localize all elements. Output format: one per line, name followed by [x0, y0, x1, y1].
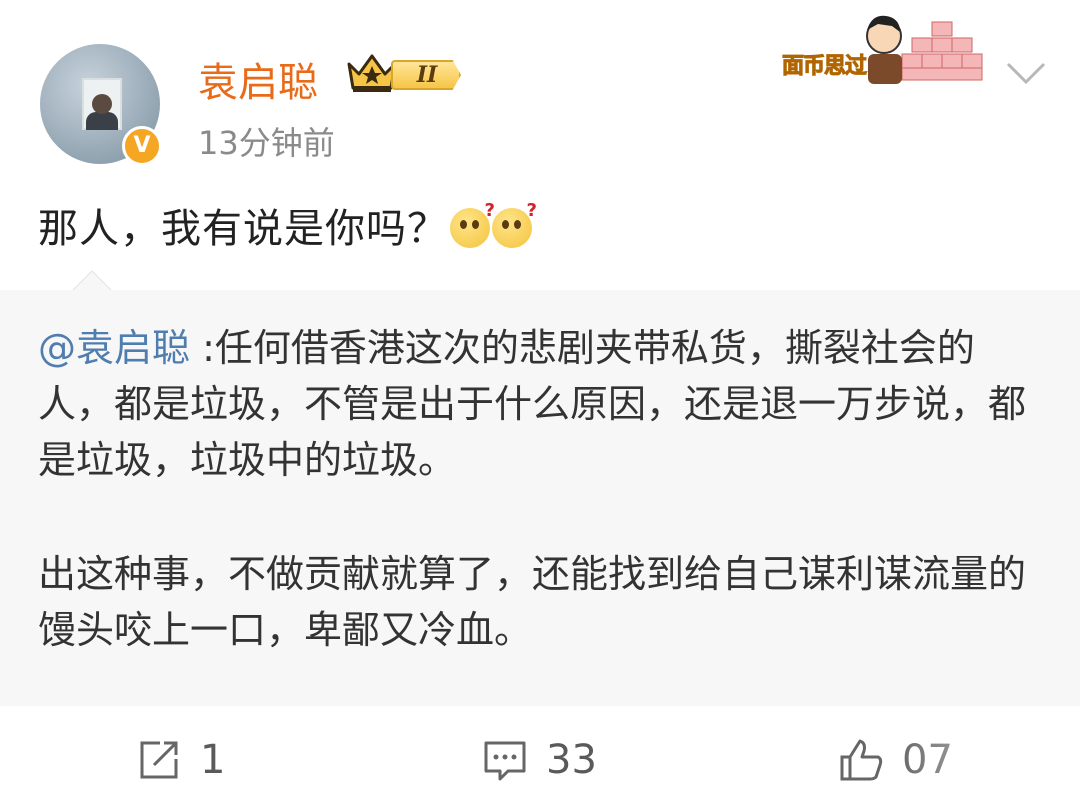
thumbs-up-icon: [840, 739, 883, 781]
quoted-paragraph-2: 出这种事，不做贡献就算了，还能找到给自己谋利谋流量的馒头咬上一口，卑鄙又冷血。: [38, 552, 1027, 652]
thinking-emoji-icon: ?: [492, 200, 537, 248]
member-level-badge[interactable]: II: [345, 52, 463, 94]
mention-link[interactable]: @袁启聪: [38, 326, 190, 370]
sticker-text: 面币思过: [781, 54, 867, 80]
quoted-post-body: @袁启聪 :任何借香港这次的悲剧夹带私货，撕裂社会的人，都是垃圾，不管是出于什么…: [38, 320, 1048, 658]
quote-pointer: [72, 270, 112, 292]
decor-sticker: 面币思过: [781, 10, 1002, 85]
quoted-paragraph-1: @袁启聪 :任何借香港这次的悲剧夹带私货，撕裂社会的人，都是垃圾，不管是出于什么…: [38, 320, 1048, 488]
post-timestamp: 13分钟前: [198, 124, 335, 162]
avatar-figure-head: [92, 94, 112, 114]
post-text: 那人，我有说是你吗？??: [38, 196, 537, 254]
comment-button[interactable]: 33: [482, 720, 597, 800]
watermark-overlay: [880, 742, 1060, 782]
share-button[interactable]: 1: [136, 720, 225, 800]
chevron-down-icon[interactable]: [1004, 58, 1048, 88]
level-text: II: [416, 62, 438, 88]
thinking-emoji-icon: ?: [450, 200, 495, 248]
avatar-figure-body: [86, 112, 118, 130]
username[interactable]: 袁启聪: [198, 50, 318, 108]
comment-count: 33: [546, 737, 597, 783]
weibo-post: V 袁启聪 II 13分钟前 面币思过 那人，我有说是你吗？ ? ? @袁启聪 …: [0, 0, 1080, 800]
comment-icon: [484, 741, 526, 781]
verified-badge: V: [122, 126, 162, 166]
share-icon: [140, 741, 178, 779]
crown-icon: [347, 54, 397, 92]
post-text-content: 那人，我有说是你吗？: [38, 206, 448, 252]
share-count: 1: [200, 737, 226, 783]
